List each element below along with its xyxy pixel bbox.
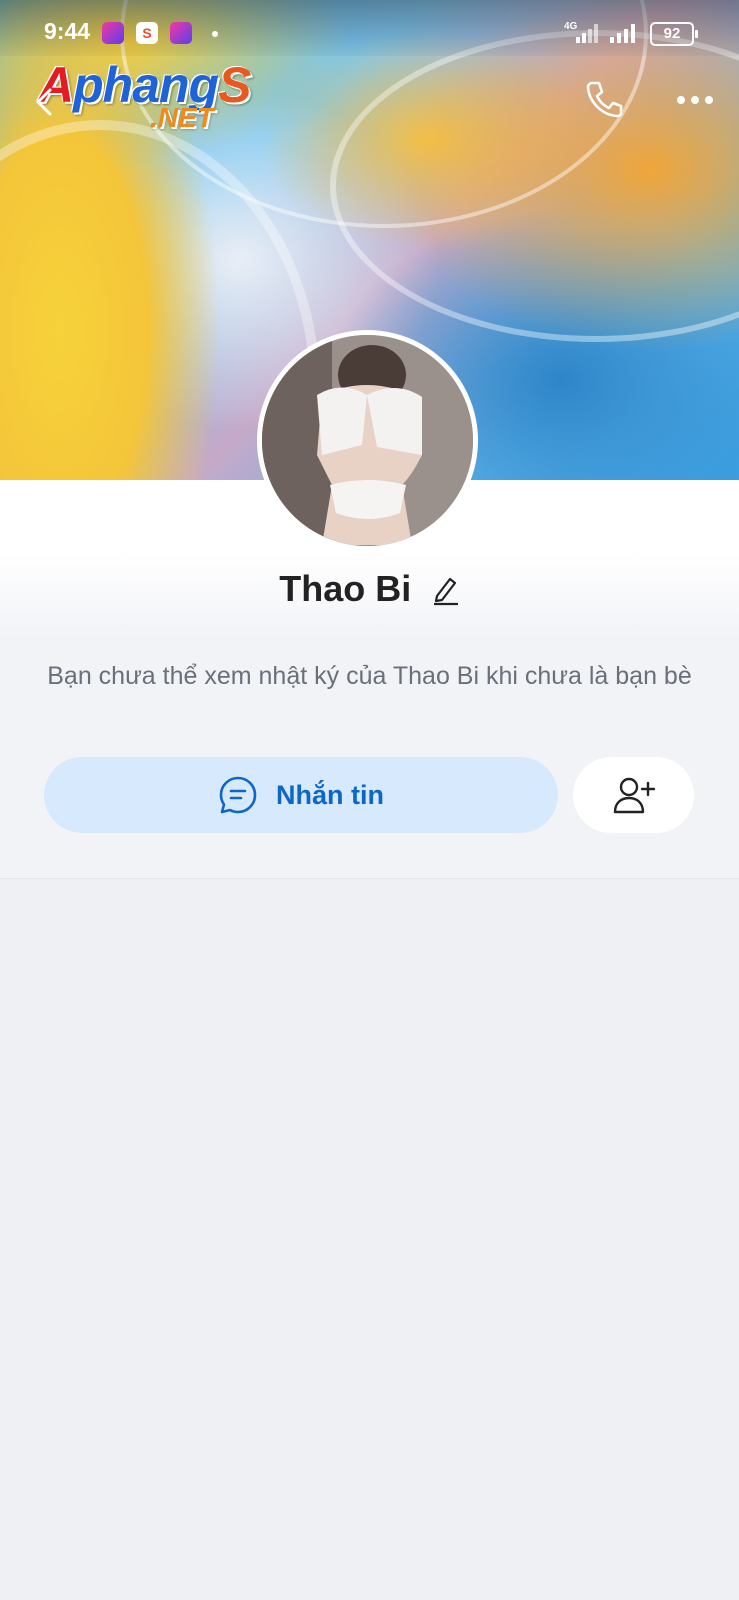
more-notifications-dot [212, 31, 218, 37]
pencil-icon[interactable] [430, 572, 460, 606]
avatar-image [262, 335, 473, 546]
chat-bubble-icon [219, 776, 257, 814]
status-bar: 9:44 S 4G 92 [0, 0, 739, 56]
watermark-text: AphangS [38, 57, 251, 113]
profile-name-row: Thao Bi [0, 568, 739, 618]
phone-icon[interactable] [583, 78, 625, 120]
signal-icon [576, 24, 598, 43]
battery-indicator: 92 [650, 22, 698, 46]
add-friend-button[interactable] [573, 757, 694, 833]
profile-name: Thao Bi [279, 568, 412, 609]
watermark-logo: AphangS .NET [36, 56, 266, 146]
section-divider [0, 878, 739, 879]
lazada-icon [102, 22, 124, 44]
message-button-label: Nhắn tin [276, 779, 384, 810]
back-arrow-icon[interactable] [30, 84, 58, 120]
message-button[interactable]: Nhắn tin [44, 757, 558, 833]
signal-icon [610, 24, 635, 43]
avatar[interactable] [257, 330, 478, 551]
shopee-icon: S [136, 22, 158, 44]
lazada-icon [170, 22, 192, 44]
more-dots-icon[interactable] [673, 86, 717, 114]
watermark-suffix: .NET [150, 102, 214, 133]
status-time: 9:44 [44, 18, 91, 44]
privacy-notice: Bạn chưa thể xem nhật ký của Thao Bi khi… [47, 662, 692, 690]
add-friend-icon [613, 777, 655, 814]
